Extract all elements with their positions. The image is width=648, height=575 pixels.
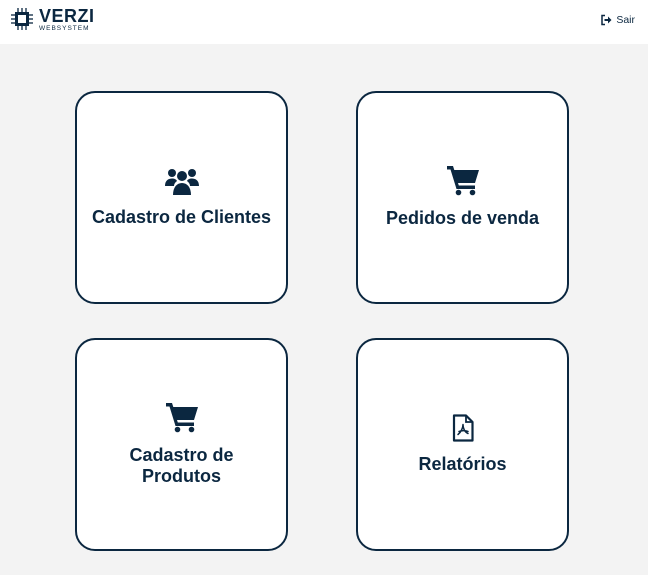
logout-button[interactable]: Sair <box>600 14 635 26</box>
sign-out-icon <box>601 14 612 26</box>
shopping-cart-icon <box>165 402 198 432</box>
shopping-cart-icon <box>446 166 479 196</box>
pdf-file-icon <box>452 414 474 442</box>
app-logo[interactable]: VERZI WEBSYSTEM <box>11 6 95 32</box>
card-label: Relatórios <box>418 454 507 474</box>
card-cadastro-clientes[interactable]: Cadastro de Clientes <box>75 91 288 304</box>
card-label: Cadastro de Clientes <box>91 207 272 227</box>
card-label: Pedidos de venda <box>385 208 540 228</box>
chip-icon <box>11 8 33 30</box>
card-cadastro-produtos[interactable]: Cadastro de Produtos <box>75 338 288 551</box>
logout-label: Sair <box>616 14 635 26</box>
logo-text: VERZI WEBSYSTEM <box>39 6 95 32</box>
card-label: Cadastro de Produtos <box>129 444 234 486</box>
users-icon <box>164 169 199 195</box>
card-relatorios[interactable]: Relatórios <box>356 338 569 551</box>
logo-subtitle: WEBSYSTEM <box>39 25 90 32</box>
top-bar: VERZI WEBSYSTEM Sair <box>0 0 648 44</box>
logo-title: VERZI <box>39 6 95 26</box>
card-pedidos-venda[interactable]: Pedidos de venda <box>356 91 569 304</box>
